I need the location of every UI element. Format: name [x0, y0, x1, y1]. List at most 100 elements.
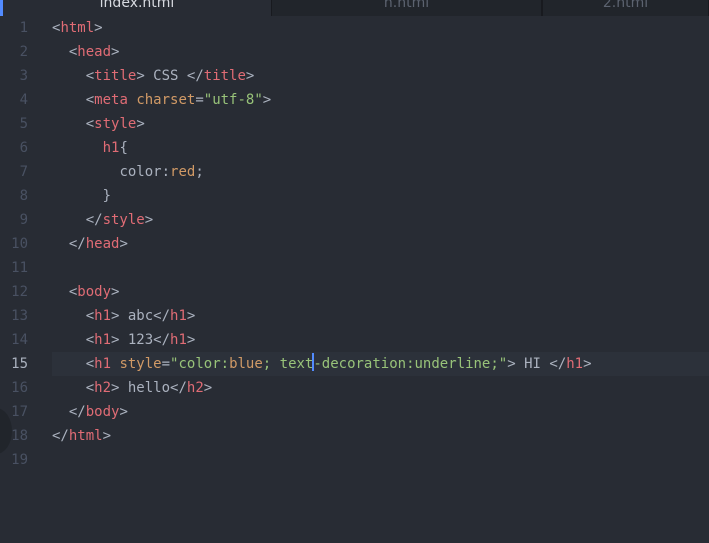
code-token: head [77, 44, 112, 60]
code-token: style [119, 356, 162, 372]
line-number: 9 [19, 212, 28, 228]
code-token: style [102, 212, 145, 228]
code-token: < [52, 44, 78, 60]
code-token: -decoration:underline;" [313, 356, 508, 372]
code-token: html [60, 20, 95, 36]
line-number: 15 [11, 356, 28, 372]
code-line[interactable]: <body> [52, 280, 709, 304]
code-token: < [52, 284, 78, 300]
code-line[interactable]: } [52, 184, 709, 208]
code-line[interactable]: <html> [52, 16, 709, 40]
code-token: = [195, 92, 204, 108]
code-token: h2 [186, 380, 204, 396]
code-token: hello [119, 380, 171, 396]
code-token: > [136, 68, 145, 84]
code-token: html [68, 428, 103, 444]
code-line[interactable]: </body> [52, 400, 709, 424]
code-token: > [245, 68, 255, 84]
code-token: meta [94, 92, 128, 108]
code-line[interactable]: <h1> abc</h1> [52, 304, 709, 328]
code-token: charset [136, 92, 196, 108]
line-number: 16 [11, 380, 28, 396]
code-token: body [85, 404, 120, 420]
code-line[interactable]: <title> CSS </title> [52, 64, 709, 88]
code-token: </ [549, 356, 567, 372]
line-number: 6 [19, 140, 28, 156]
code-line[interactable]: <head> [52, 40, 709, 64]
line-number: 7 [19, 164, 28, 180]
code-token: CSS [144, 68, 187, 84]
line-number: 14 [11, 332, 28, 348]
code-token: > [111, 44, 120, 60]
code-editor[interactable]: 1 2 3 4 5 6 7 8 9 10 11 12 13 14 15 16 17 18 19 <html> <he… [0, 16, 709, 543]
code-line[interactable]: <meta charset="utf-8"> [52, 88, 709, 112]
code-token: abc [119, 308, 154, 324]
code-token: style [94, 116, 137, 132]
code-token: h2 [94, 380, 112, 396]
code-token: > [262, 92, 272, 108]
code-token: </ [153, 308, 171, 324]
line-number: 5 [19, 116, 28, 132]
code-token: { [119, 140, 128, 156]
code-token: > [119, 404, 128, 420]
code-token: h1 [94, 356, 112, 372]
code-token: </ [52, 236, 86, 252]
code-line[interactable]: h1{ [52, 136, 709, 160]
tab-label: 2.html [602, 0, 649, 11]
code-line[interactable] [52, 448, 709, 472]
tab-h-html[interactable]: h.html [272, 0, 542, 16]
code-token: </ [153, 332, 171, 348]
tab-bar: index.html h.html 2.html [0, 0, 709, 16]
code-token: > [102, 428, 112, 444]
code-token: </ [170, 380, 187, 396]
code-token: head [85, 236, 120, 252]
line-number: 2 [19, 44, 28, 60]
tab-index-html[interactable]: index.html [0, 0, 272, 16]
code-token: > [186, 308, 196, 324]
code-token: ; text [262, 356, 314, 372]
code-token: </ [52, 404, 86, 420]
line-number: 4 [19, 92, 28, 108]
code-line[interactable]: <h1 style="color:blue; text-decoration:u… [52, 352, 709, 376]
code-token: blue [229, 356, 263, 372]
code-token: = [161, 356, 171, 372]
code-token: body [77, 284, 112, 300]
code-line[interactable]: <h2> hello</h2> [52, 376, 709, 400]
line-number: 12 [11, 284, 28, 300]
code-token: h1 [170, 308, 187, 324]
tab-label: index.html [99, 0, 175, 11]
code-line[interactable]: color:red; [52, 160, 709, 184]
line-number: 13 [11, 308, 28, 324]
code-token: < [52, 380, 95, 396]
code-token: < [52, 308, 95, 324]
code-token: > [203, 380, 213, 396]
line-number: 19 [11, 452, 28, 468]
code-token: "color: [170, 356, 230, 372]
code-token: "utf-8" [203, 92, 263, 108]
code-token: < [52, 92, 95, 108]
line-number-gutter: 1 2 3 4 5 6 7 8 9 10 11 12 13 14 15 16 17 18 19 [0, 16, 40, 472]
code-token: red [170, 164, 196, 180]
code-token: > [111, 284, 120, 300]
tab-2-html[interactable]: 2.html [542, 0, 709, 16]
code-line[interactable]: </head> [52, 232, 709, 256]
code-line[interactable]: <h1> 123</h1> [52, 328, 709, 352]
code-token: < [52, 332, 95, 348]
code-token: h1 [102, 140, 120, 156]
code-token: h1 [566, 356, 584, 372]
line-number: 3 [19, 68, 28, 84]
code-line[interactable]: </html> [52, 424, 709, 448]
code-token: </ [186, 68, 204, 84]
code-token: > [94, 20, 103, 36]
code-line[interactable]: <style> [52, 112, 709, 136]
code-token: ; [195, 164, 204, 180]
code-token: } [52, 188, 112, 204]
code-token: > [119, 236, 128, 252]
code-line[interactable] [52, 256, 709, 280]
code-line[interactable]: </style> [52, 208, 709, 232]
code-token: > [583, 356, 592, 372]
code-token: h1 [94, 308, 112, 324]
code-token: > [507, 356, 516, 372]
code-area[interactable]: <html> <head> <title> CSS </title> <meta… [52, 16, 709, 472]
